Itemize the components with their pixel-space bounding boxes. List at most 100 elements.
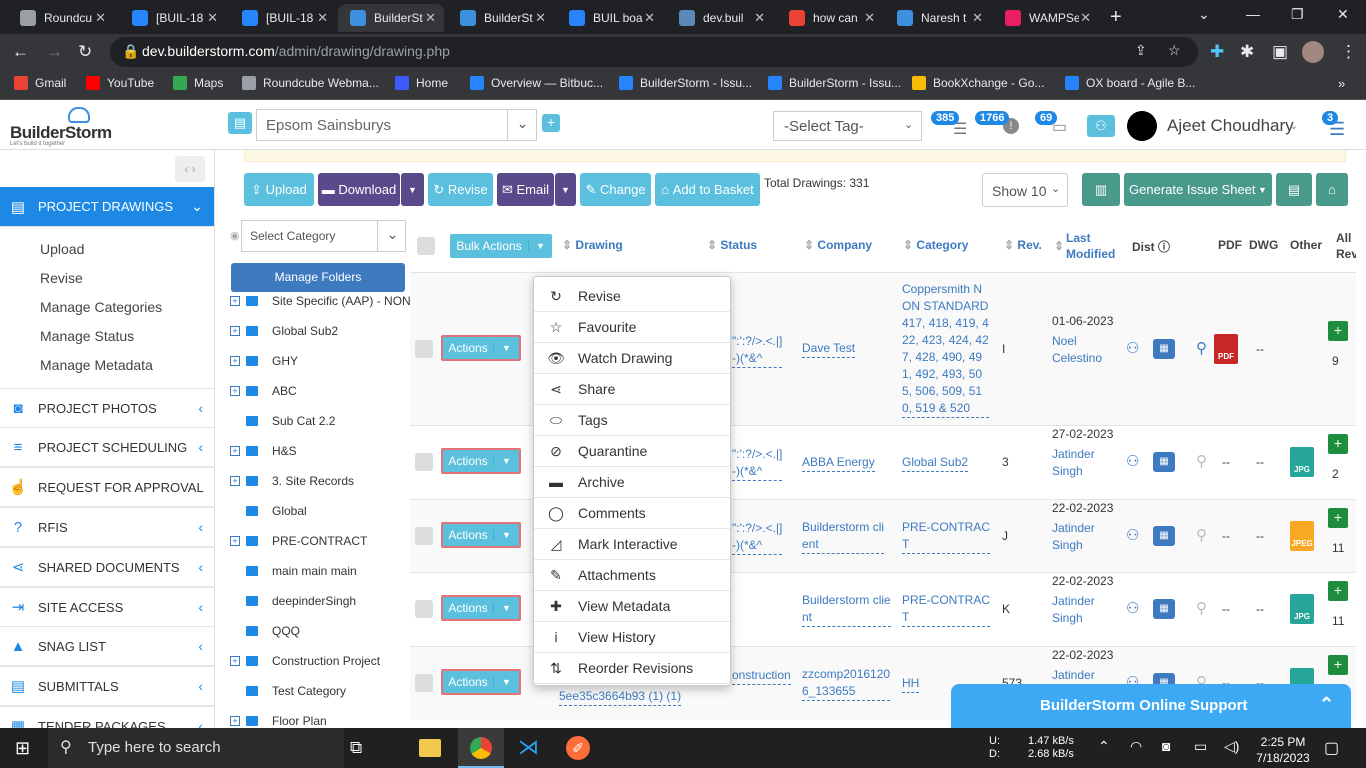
menu-item[interactable]: ⋖ Share	[534, 374, 730, 405]
expand-icon[interactable]: +	[230, 476, 240, 486]
expand-icon[interactable]: +	[230, 356, 240, 366]
company-link[interactable]: ABBA Energy	[802, 454, 875, 472]
sidebar-subitem[interactable]: Manage Metadata	[40, 357, 153, 373]
bookmark-item[interactable]: YouTube	[86, 76, 154, 90]
add-project-button[interactable]: +	[542, 114, 560, 132]
bookmark-item[interactable]: Roundcube Webma...	[242, 76, 379, 90]
task-view-icon[interactable]: ⧉	[350, 738, 362, 758]
chrome-taskbar-item[interactable]	[458, 728, 504, 768]
grid-icon[interactable]: ▦	[1153, 452, 1175, 472]
email-button[interactable]: ✉ Email	[497, 173, 554, 206]
sidebar-subitem[interactable]: Upload	[40, 241, 84, 257]
add-revision-button[interactable]: +	[1328, 581, 1348, 601]
tab-close-icon[interactable]: ✕	[207, 10, 218, 26]
actions-button[interactable]: Actions ▼	[441, 448, 521, 474]
header-drawing[interactable]: ⇕ Drawing	[562, 238, 623, 252]
tab-close-icon[interactable]: ✕	[754, 10, 765, 26]
category-select[interactable]: Select Category ⌄	[241, 220, 406, 252]
add-distribution-icon[interactable]: ⚇	[1126, 526, 1139, 544]
menu-item[interactable]: ✎ Attachments	[534, 560, 730, 591]
generate-issue-sheet-button[interactable]: Generate Issue Sheet ▼	[1124, 173, 1272, 206]
maximize-button[interactable]: ❐	[1291, 6, 1304, 23]
minimize-button[interactable]: —	[1246, 6, 1260, 22]
project-book-icon[interactable]: ▤	[228, 112, 252, 134]
company-link[interactable]: Dave Test	[802, 340, 856, 358]
category-item[interactable]: deepinderSingh	[230, 594, 356, 608]
grid-icon[interactable]: ▦	[1153, 599, 1175, 619]
modified-by[interactable]: Jatinder	[1052, 667, 1095, 684]
add-distribution-icon[interactable]: ⚇	[1126, 599, 1139, 617]
page-size-select[interactable]: Show 10 ⌄	[982, 173, 1068, 207]
add-distribution-icon[interactable]: ⚇	[1126, 339, 1139, 357]
tab-close-icon[interactable]: ✕	[95, 10, 106, 26]
windows-start-icon[interactable]: ⊞	[15, 738, 30, 759]
add-revision-button[interactable]: +	[1328, 320, 1348, 341]
sidebar-item[interactable]: ◙ PROJECT PHOTOS ‹	[0, 388, 214, 428]
menu-item[interactable]: ↻ Revise	[534, 281, 730, 312]
bookmark-item[interactable]: BuilderStorm - Issu...	[768, 76, 901, 90]
menu-item[interactable]: ⇅ Reorder Revisions	[534, 653, 730, 684]
postman-icon[interactable]: ✐	[566, 736, 590, 760]
chevron-up-icon[interactable]: ⌃	[1319, 694, 1334, 715]
tab-close-icon[interactable]: ✕	[535, 10, 546, 26]
image-file-icon[interactable]: JPEG	[1290, 520, 1314, 551]
more-bookmarks-icon[interactable]: »	[1338, 76, 1345, 91]
browser-tab[interactable]: Roundcu ✕	[8, 4, 114, 32]
profile-avatar[interactable]	[1302, 41, 1324, 63]
tab-close-icon[interactable]: ✕	[425, 10, 436, 26]
info-icon[interactable]: ⓘ	[1158, 240, 1170, 254]
search-icon[interactable]: ⚲	[1196, 452, 1207, 470]
status-link[interactable]: onstruction	[732, 667, 791, 685]
manage-folders-button[interactable]: Manage Folders	[231, 263, 405, 292]
browser-tab[interactable]: how can ✕	[777, 4, 883, 32]
menu-item[interactable]: ✚ View Metadata	[534, 591, 730, 622]
tab-close-icon[interactable]: ✕	[972, 10, 983, 26]
status-link[interactable]: ":':?/>.<.|] -)(*&^	[732, 333, 783, 368]
browser-tab[interactable]: Naresh t ✕	[885, 4, 991, 32]
category-item[interactable]: + Construction Project	[230, 654, 380, 668]
avatar[interactable]	[1127, 111, 1157, 141]
vscode-icon[interactable]: ⋊	[518, 735, 539, 760]
download-button[interactable]: ▬ Download	[318, 173, 400, 206]
browser-tab[interactable]: [BUIL-18 ✕	[230, 4, 336, 32]
expand-icon[interactable]: +	[230, 446, 240, 456]
bookmark-item[interactable]: Overview — Bitbuc...	[470, 76, 603, 90]
sidebar-item[interactable]: ≡ PROJECT SCHEDULING ‹	[0, 427, 214, 467]
list-view-button[interactable]: ▤	[1276, 173, 1312, 206]
extension-icon[interactable]: ✚	[1210, 42, 1224, 62]
sidebar-subitem[interactable]: Manage Categories	[40, 299, 162, 315]
chart-button[interactable]: ▥	[1082, 173, 1120, 206]
upload-button[interactable]: ⇪ Upload	[244, 173, 314, 206]
expand-icon[interactable]: +	[230, 386, 240, 396]
pdf-file-icon[interactable]: PDF	[1214, 333, 1238, 364]
row-checkbox[interactable]	[415, 674, 433, 692]
user-name[interactable]: Ajeet Choudhary	[1167, 116, 1294, 136]
browser-tab[interactable]: BuilderSt ✕	[448, 4, 554, 32]
actions-button[interactable]: Actions ▼	[441, 521, 521, 548]
sidebar-item[interactable]: ▦ TENDER PACKAGES ‹	[0, 706, 214, 728]
search-icon[interactable]: ⚲	[1196, 339, 1207, 357]
grid-icon[interactable]: ▦	[1153, 338, 1175, 359]
bookmark-item[interactable]: BookXchange - Go...	[912, 76, 1044, 90]
add-distribution-icon[interactable]: ⚇	[1126, 452, 1139, 470]
bookmark-item[interactable]: Home	[395, 76, 448, 90]
header-company[interactable]: ⇕ Company	[804, 238, 872, 252]
tab-close-icon[interactable]: ✕	[864, 10, 875, 26]
header-rev[interactable]: ⇕ Rev.	[1004, 238, 1042, 252]
company-link[interactable]: Builderstorm clie nt	[802, 592, 891, 627]
online-support-widget[interactable]: BuilderStorm Online Support ⌃	[951, 684, 1351, 728]
close-window-button[interactable]: ✕	[1337, 6, 1349, 23]
sidebar-item[interactable]: ⇥ SITE ACCESS ‹	[0, 587, 214, 627]
browser-tab[interactable]: BUIL boa ✕	[557, 4, 663, 32]
add-revision-button[interactable]: +	[1328, 655, 1348, 675]
sidepanel-icon[interactable]: ▣	[1272, 42, 1288, 62]
category-item[interactable]: main main main	[230, 564, 357, 578]
actions-button[interactable]: Actions ▼	[441, 595, 521, 621]
menu-item[interactable]: ⊘ Quarantine	[534, 436, 730, 467]
category-item[interactable]: Sub Cat 2.2	[230, 414, 335, 428]
search-icon[interactable]: ⚲	[1196, 599, 1207, 617]
chrome-menu-icon[interactable]: ⋮	[1340, 42, 1357, 62]
battery-icon[interactable]: ▭	[1194, 738, 1207, 755]
select-all-checkbox[interactable]	[417, 237, 435, 255]
sidebar-subitem[interactable]: Manage Status	[40, 328, 134, 344]
